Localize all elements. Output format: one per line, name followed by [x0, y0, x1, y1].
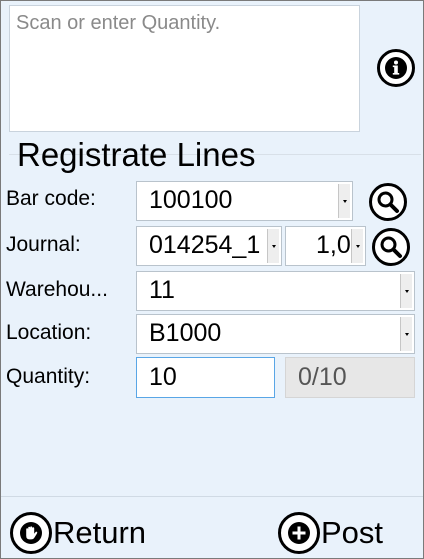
location-label: Location:: [6, 321, 92, 344]
dropdown-arrow-icon: [404, 289, 409, 293]
barcode-label: Bar code:: [6, 187, 96, 210]
section-title: Registrate Lines: [17, 136, 256, 173]
plus-circle-icon: [278, 512, 320, 554]
post-label: Post: [321, 515, 384, 550]
info-icon: [385, 57, 407, 79]
warehouse-combobox[interactable]: 11: [136, 271, 415, 311]
journal-combobox[interactable]: 014254_1: [136, 226, 282, 266]
quantity-progress: 0/10: [285, 357, 415, 398]
location-dropdown-arrow[interactable]: [400, 317, 412, 351]
journal-dropdown-arrow[interactable]: [267, 229, 279, 263]
location-combobox[interactable]: B1000: [136, 314, 415, 354]
return-button[interactable]: Return: [10, 512, 146, 554]
magnifier-icon: [380, 236, 402, 258]
journal-search-button[interactable]: [372, 228, 410, 266]
warehouse-dropdown-arrow[interactable]: [400, 274, 412, 308]
warehouse-label: Warehou...: [6, 278, 108, 301]
journal-value: 014254_1: [149, 231, 261, 259]
dropdown-arrow-icon: [342, 199, 347, 203]
location-value: B1000: [149, 319, 222, 347]
magnifier-icon: [377, 191, 399, 213]
journal-version-combobox[interactable]: 1,0: [285, 226, 366, 266]
quantity-input[interactable]: 10: [136, 357, 275, 398]
warehouse-value: 11: [149, 276, 175, 304]
bottom-divider: [1, 496, 423, 497]
journal-label: Journal:: [6, 233, 81, 256]
app-screen: Scan or enter Quantity. Registrate Lines…: [0, 0, 424, 559]
return-label: Return: [53, 515, 147, 550]
dropdown-arrow-icon: [355, 244, 360, 248]
post-button[interactable]: Post: [278, 512, 383, 554]
journal-version-dropdown-arrow[interactable]: [351, 229, 363, 263]
barcode-combobox[interactable]: 100100: [136, 181, 353, 221]
barcode-value: 100100: [149, 186, 233, 214]
info-button[interactable]: [377, 49, 415, 87]
barcode-dropdown-arrow[interactable]: [338, 184, 350, 218]
quantity-label: Quantity:: [6, 365, 91, 388]
dropdown-arrow-icon: [271, 244, 276, 248]
stop-hand-icon: [10, 512, 52, 554]
barcode-search-button[interactable]: [369, 183, 407, 221]
dropdown-arrow-icon: [404, 332, 409, 336]
message-area[interactable]: Scan or enter Quantity.: [9, 5, 360, 132]
